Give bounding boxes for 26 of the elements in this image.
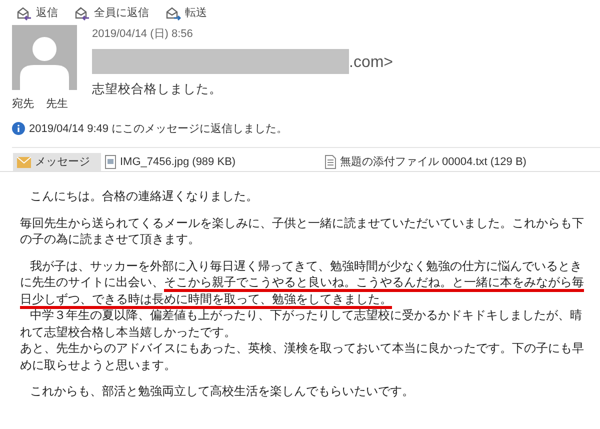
body-paragraph: こんにちは。合格の連絡遅くなりました。 [28, 188, 259, 204]
toolbar-button[interactable]: 全員に返信 [74, 5, 149, 22]
subject: 志望校合格しました。 [92, 80, 223, 98]
info-icon [12, 122, 25, 136]
envelope-arrow-icon [165, 6, 181, 20]
envelope-icon [17, 156, 31, 168]
toolbar-button[interactable]: 転送 [165, 5, 207, 22]
body-paragraph: 我が子は、サッカーを外部に入り毎日遅く帰ってきて、勉強時間が少なく勉強の仕方に悩んでいるときに先生のサイトに出会い、そこから親子でこうやると良いね。こうやるんだね。と一緒に本をみながら毎日少しずつ、できる時は長めに時間を取って、勉強をしてきました。 [20, 258, 585, 307]
avatar-icon [12, 25, 77, 90]
reply-info: 2019/04/14 9:49 にこのメッセージに返信しました。 [29, 122, 288, 136]
document-icon [325, 155, 336, 169]
recipient-label: 宛先 [12, 96, 34, 112]
toolbar-button[interactable]: 返信 [16, 5, 58, 22]
recipient-name: 先生 [46, 97, 68, 112]
envelope-arrow-icon [74, 6, 90, 20]
body-paragraph: これからも、部活と勉強両立して高校生活を楽しんでもらいたいです。 [28, 383, 415, 400]
sender-address: .com> [349, 52, 394, 72]
attachment-tab[interactable]: IMG_7456.jpg (989 KB) [101, 153, 321, 171]
envelope-arrow-icon [16, 6, 32, 20]
sent-date: 2019/04/14 (日) 8:56 [92, 27, 194, 42]
body-paragraph: 中学３年生の夏以降、偏差値も上がったり、下がったりして志望校に受かるかドキドキしましたが、晴れて志望校合格し本当嬉しかったです。 [20, 307, 583, 340]
body-paragraph: あと、先生からのアドバイスにもあった、英検、漢検を取っておいて本当に良かったです。下の子にも早めに取らせようと思います。 [20, 340, 585, 373]
file-icon [105, 155, 116, 169]
attachment-tab[interactable]: メッセージ [13, 153, 101, 171]
body-paragraph: 毎回先生から送られてくるメールを楽しみに、子供と一緒に読ませていただいていました。これからも下の子の為に読まさせて頂きます。 [20, 214, 585, 248]
attachment-tab[interactable]: 無題の添付ファイル 00004.txt (129 B) [321, 153, 530, 171]
